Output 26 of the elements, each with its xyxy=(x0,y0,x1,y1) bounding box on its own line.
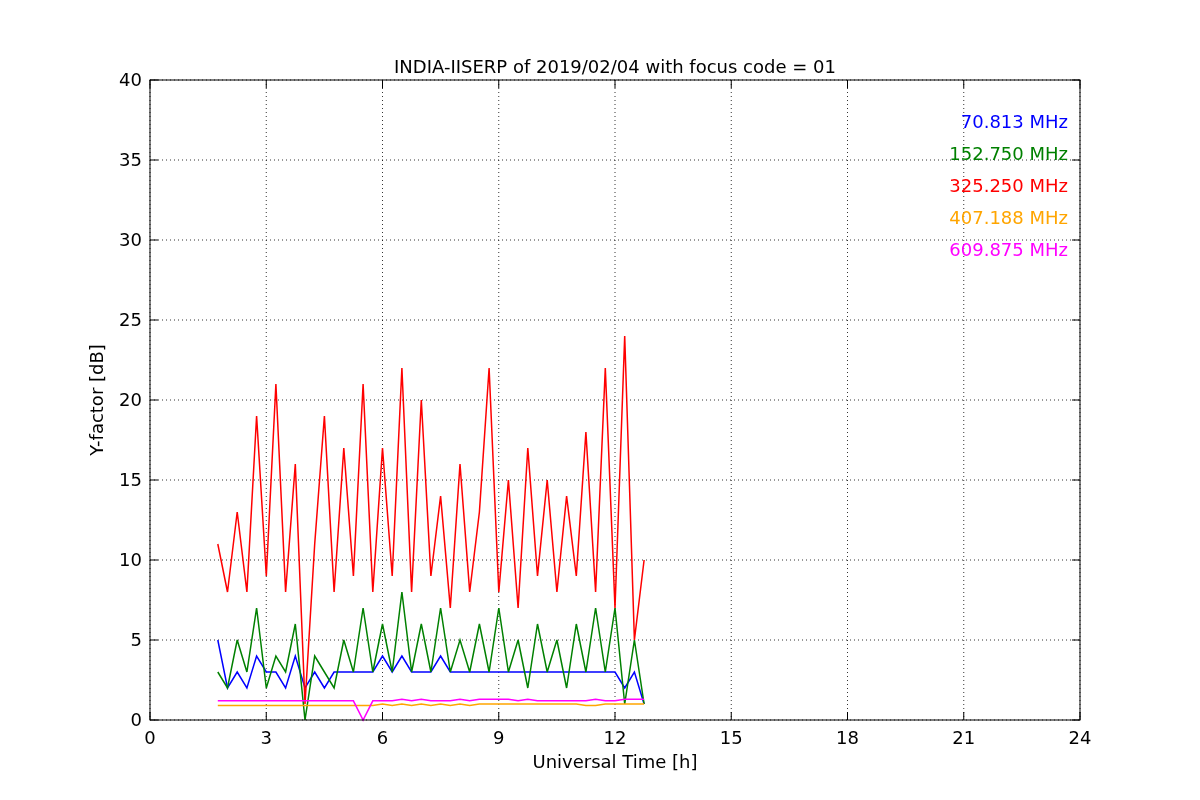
y-tick-label: 25 xyxy=(119,309,142,330)
y-tick-label: 15 xyxy=(119,469,142,490)
legend-label: 325.250 MHz xyxy=(949,175,1068,196)
y-axis-label: Y-factor [dB] xyxy=(86,344,107,456)
legend-label: 407.188 MHz xyxy=(949,207,1068,228)
chart-title: INDIA-IISERP of 2019/02/04 with focus code = 01 xyxy=(394,56,836,77)
x-tick-label: 12 xyxy=(603,727,627,748)
legend-label: 609.875 MHz xyxy=(949,239,1068,260)
x-tick-label: 3 xyxy=(260,727,272,748)
y-tick-label: 20 xyxy=(119,389,142,410)
y-tick-label: 0 xyxy=(130,709,142,730)
x-axis-label: Universal Time [h] xyxy=(532,751,698,772)
x-tick-label: 21 xyxy=(952,727,976,748)
x-tick-label: 0 xyxy=(144,727,156,748)
legend-label: 152.750 MHz xyxy=(949,143,1068,164)
y-tick-label: 30 xyxy=(119,229,142,250)
x-tick-label: 15 xyxy=(719,727,743,748)
y-tick-label: 10 xyxy=(119,549,142,570)
y-tick-label: 35 xyxy=(119,149,142,170)
x-tick-label: 9 xyxy=(493,727,505,748)
y-tick-label: 40 xyxy=(119,69,142,90)
x-tick-label: 6 xyxy=(376,727,389,748)
legend-label: 70.813 MHz xyxy=(960,111,1068,132)
y-tick-label: 5 xyxy=(130,629,142,650)
x-tick-label: 24 xyxy=(1068,727,1092,748)
x-tick-label: 18 xyxy=(836,727,859,748)
